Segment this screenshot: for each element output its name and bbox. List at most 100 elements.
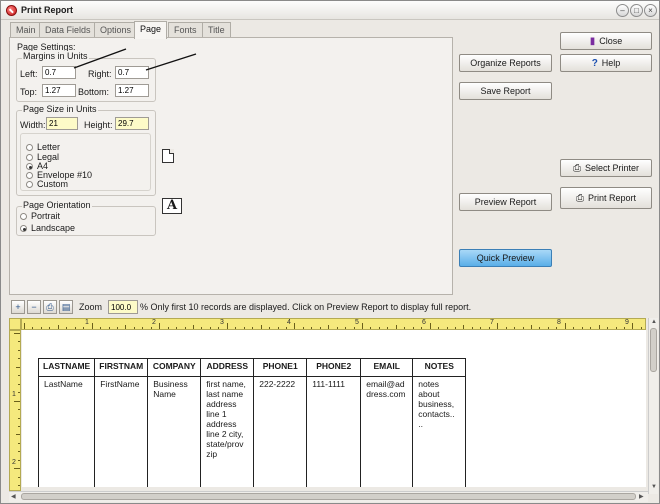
ruler-tick bbox=[471, 327, 473, 329]
scroll-up-icon[interactable]: ▲ bbox=[651, 319, 657, 325]
table-row: LastName FirstName Business Name first n… bbox=[37, 376, 467, 487]
ruler-tick bbox=[547, 327, 549, 329]
ruler-tick bbox=[336, 327, 338, 329]
page-width-input[interactable] bbox=[46, 117, 78, 130]
save-report-button[interactable]: Save Report bbox=[459, 82, 552, 100]
ruler-h-number: 6 bbox=[422, 319, 426, 326]
ruler-tick bbox=[438, 327, 440, 329]
help-question-icon: ? bbox=[591, 57, 598, 69]
ruler-h-number: 2 bbox=[152, 319, 156, 326]
select-printer-button[interactable]: ⎙ Select Printer bbox=[560, 159, 652, 177]
scrollbar-thumb[interactable] bbox=[650, 328, 657, 372]
ruler-tick bbox=[14, 333, 20, 334]
zoom-out-icon[interactable]: − bbox=[27, 300, 41, 314]
print-report-window: Print Report – □ × Main Data Fields Opti… bbox=[0, 0, 660, 504]
ruler-tick bbox=[18, 451, 20, 453]
organize-reports-button[interactable]: Organize Reports bbox=[459, 54, 552, 72]
ruler-tick bbox=[18, 417, 20, 419]
page-icon bbox=[162, 149, 174, 163]
vertical-scrollbar[interactable]: ▲ ▼ bbox=[648, 318, 658, 494]
ruler-tick bbox=[18, 485, 20, 487]
tab-options[interactable]: Options bbox=[94, 22, 138, 38]
ruler-tick bbox=[573, 327, 575, 329]
zoom-input[interactable] bbox=[108, 300, 138, 314]
paper-custom-option[interactable]: Custom bbox=[26, 179, 68, 189]
ruler-tick bbox=[623, 327, 625, 329]
ruler-tick bbox=[18, 409, 20, 411]
tab-fonts[interactable]: Fonts bbox=[168, 22, 203, 38]
zoom-label: Zoom bbox=[79, 302, 103, 312]
bottom-margin-input[interactable] bbox=[115, 84, 149, 97]
ruler-h-number: 4 bbox=[287, 319, 291, 326]
top-margin-input[interactable] bbox=[42, 84, 76, 97]
ruler-tick bbox=[514, 327, 516, 329]
quick-preview-button[interactable]: Quick Preview bbox=[459, 249, 552, 267]
radio-button-selected[interactable] bbox=[20, 225, 27, 233]
vertical-ruler: 1 2 bbox=[9, 330, 21, 491]
page-settings-panel: Page Settings: Margins in Units Left: Ri… bbox=[9, 37, 453, 295]
radio-button[interactable] bbox=[26, 181, 33, 189]
ruler-tick bbox=[18, 442, 20, 444]
maximize-button[interactable]: □ bbox=[630, 4, 643, 17]
ruler-tick bbox=[285, 327, 287, 329]
print-report-button[interactable]: ⎙ Print Report bbox=[560, 187, 652, 209]
tab-title[interactable]: Title bbox=[202, 22, 231, 38]
ruler-tick bbox=[24, 323, 25, 329]
ruler-tick bbox=[176, 327, 178, 329]
tab-data-fields[interactable]: Data Fields bbox=[39, 22, 97, 38]
tab-page[interactable]: Page bbox=[134, 21, 168, 39]
ruler-tick bbox=[556, 327, 558, 329]
table-cell: 111-1111 bbox=[306, 376, 362, 487]
page-height-input[interactable] bbox=[115, 117, 149, 130]
report-table: LASTNAME FIRSTNAM COMPANY ADDRESS PHONE1… bbox=[37, 358, 467, 487]
ruler-tick bbox=[150, 327, 152, 329]
close-button[interactable]: ▮ Close bbox=[560, 32, 652, 50]
ruler-tick bbox=[362, 323, 363, 329]
ruler-tick bbox=[16, 434, 20, 436]
ruler-tick bbox=[14, 400, 20, 402]
ruler-tick bbox=[311, 327, 313, 329]
ruler-tick bbox=[18, 383, 20, 385]
ruler-tick bbox=[302, 327, 304, 329]
column-header: COMPANY bbox=[147, 358, 202, 377]
zoom-in-icon[interactable]: + bbox=[11, 300, 25, 314]
ruler-tick bbox=[14, 468, 20, 470]
paper-letter-option[interactable]: Letter bbox=[26, 142, 60, 152]
portrait-option[interactable]: Portrait bbox=[20, 211, 60, 221]
landscape-option[interactable]: Landscape bbox=[20, 223, 75, 233]
ruler-tick bbox=[370, 327, 372, 329]
ruler-tick bbox=[91, 323, 93, 329]
radio-button[interactable] bbox=[20, 213, 27, 221]
scroll-right-icon[interactable]: ▶ bbox=[639, 493, 644, 500]
ruler-tick bbox=[193, 325, 194, 329]
annotation-arrows bbox=[73, 48, 197, 71]
ruler-tick bbox=[328, 325, 330, 329]
scroll-left-icon[interactable]: ◀ bbox=[11, 493, 16, 500]
ruler-tick bbox=[184, 327, 186, 329]
ruler-tick bbox=[252, 327, 254, 329]
column-header: EMAIL bbox=[360, 358, 414, 377]
minimize-button[interactable]: – bbox=[616, 4, 629, 17]
ruler-tick bbox=[116, 327, 118, 329]
ruler-tick bbox=[488, 327, 490, 329]
ruler-tick bbox=[226, 323, 228, 329]
tab-main[interactable]: Main bbox=[10, 22, 42, 38]
left-margin-label: Left: bbox=[20, 69, 38, 79]
scrollbar-thumb[interactable] bbox=[21, 493, 636, 500]
preview-report-button[interactable]: Preview Report bbox=[459, 193, 552, 211]
annotation-line-1 bbox=[73, 48, 127, 69]
ruler-v-number: 1 bbox=[12, 391, 16, 398]
printer-icon[interactable]: ⎙ bbox=[43, 300, 57, 314]
ruler-tick bbox=[235, 327, 237, 329]
help-button[interactable]: ? Help bbox=[560, 54, 652, 72]
radio-button[interactable] bbox=[26, 144, 33, 152]
table-cell: FirstName bbox=[94, 376, 149, 487]
scroll-down-icon[interactable]: ▼ bbox=[651, 484, 657, 490]
ruler-tick bbox=[539, 327, 541, 329]
ruler-tick bbox=[615, 327, 617, 329]
page-setup-icon[interactable]: ▤ bbox=[59, 300, 73, 314]
close-window-button[interactable]: × bbox=[644, 4, 657, 17]
ruler-tick bbox=[598, 325, 600, 329]
horizontal-scrollbar[interactable]: ◀ ▶ bbox=[9, 491, 648, 502]
ruler-tick bbox=[167, 327, 169, 329]
